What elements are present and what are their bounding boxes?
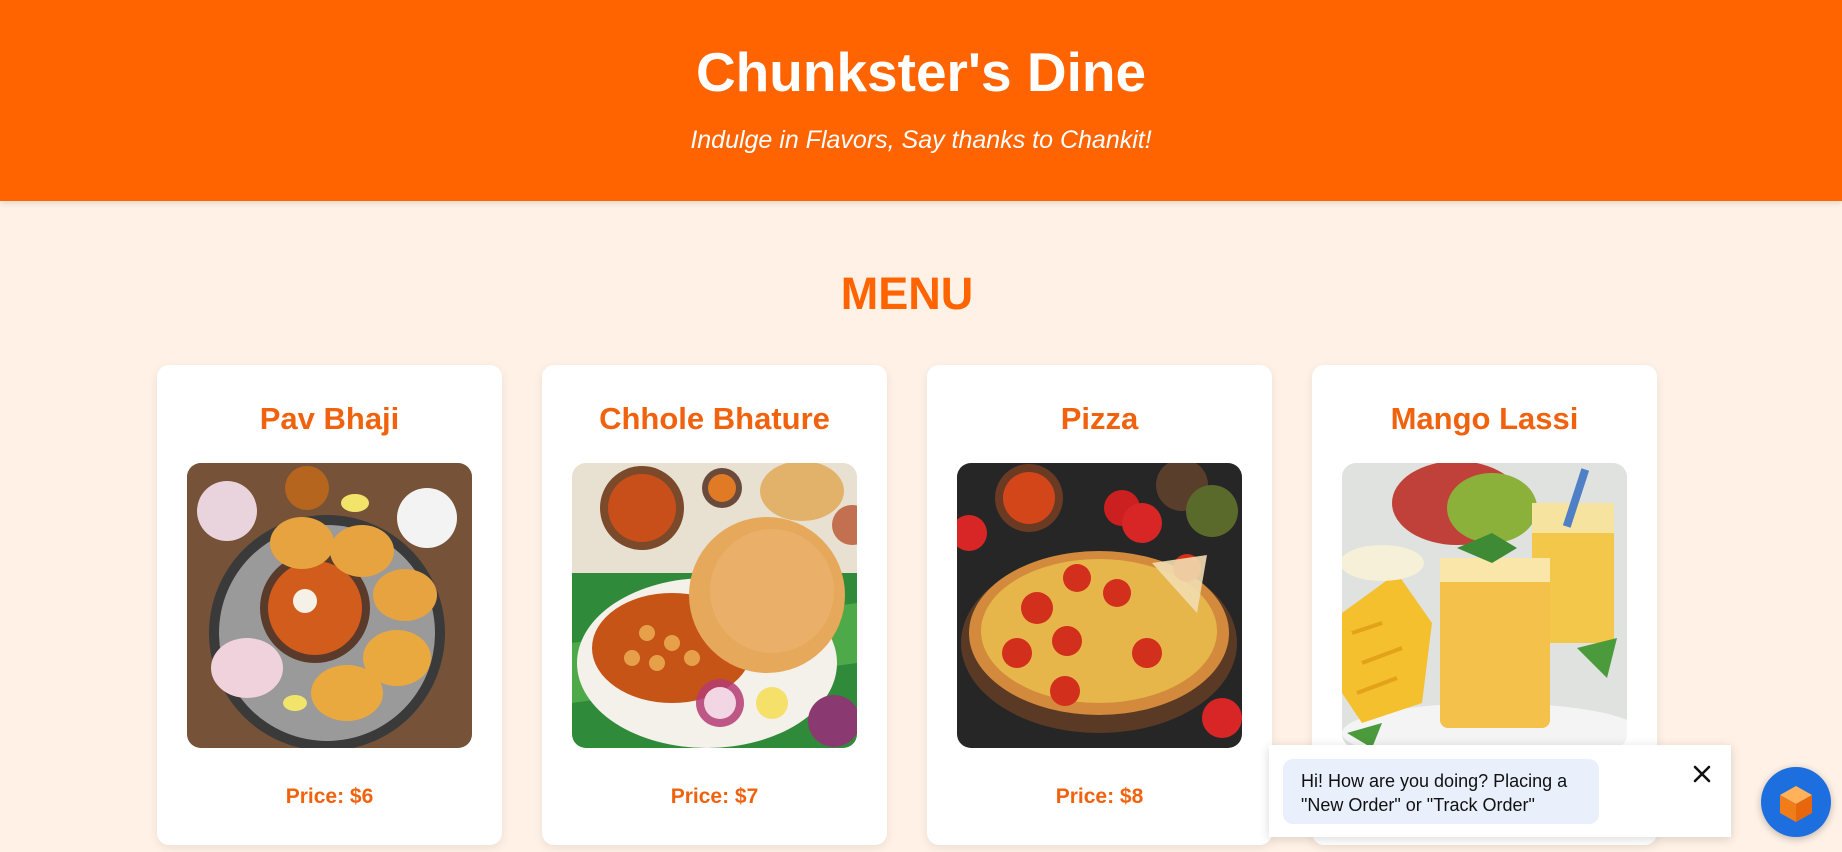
menu-card-chhole-bhature[interactable]: Chhole Bhature Price: $7: [542, 365, 887, 845]
menu-card-title: Mango Lassi: [1390, 401, 1579, 436]
close-icon[interactable]: [1687, 759, 1717, 789]
menu-card-pizza[interactable]: Pizza Price: $8: [927, 365, 1272, 845]
menu-card-title: Pav Bhaji: [259, 401, 400, 436]
site-header: Chunkster's Dine Indulge in Flavors, Say…: [0, 0, 1842, 201]
chat-message: Hi! How are you doing? Placing a "New Or…: [1283, 759, 1599, 824]
pav-bhaji-image: [187, 463, 472, 748]
menu-card-price: Price: $7: [670, 785, 759, 808]
chhole-bhature-image: [572, 463, 857, 748]
menu-card-title: Pizza: [1060, 401, 1139, 436]
site-tagline: Indulge in Flavors, Say thanks to Chanki…: [690, 126, 1152, 154]
menu-card-price: Price: $6: [285, 785, 374, 808]
chat-launcher-button[interactable]: [1761, 767, 1831, 837]
chat-popup: Hi! How are you doing? Placing a "New Or…: [1269, 745, 1731, 837]
site-title: Chunkster's Dine: [695, 41, 1147, 103]
menu-card-pav-bhaji[interactable]: Pav Bhaji Price: $6: [157, 365, 502, 845]
menu-card-price: Price: $8: [1055, 785, 1144, 808]
chat-cube-icon: [1780, 786, 1812, 822]
menu-heading: MENU: [840, 268, 974, 319]
mango-lassi-image: [1342, 463, 1627, 748]
menu-card-title: Chhole Bhature: [599, 401, 830, 436]
pizza-image: [957, 463, 1242, 748]
